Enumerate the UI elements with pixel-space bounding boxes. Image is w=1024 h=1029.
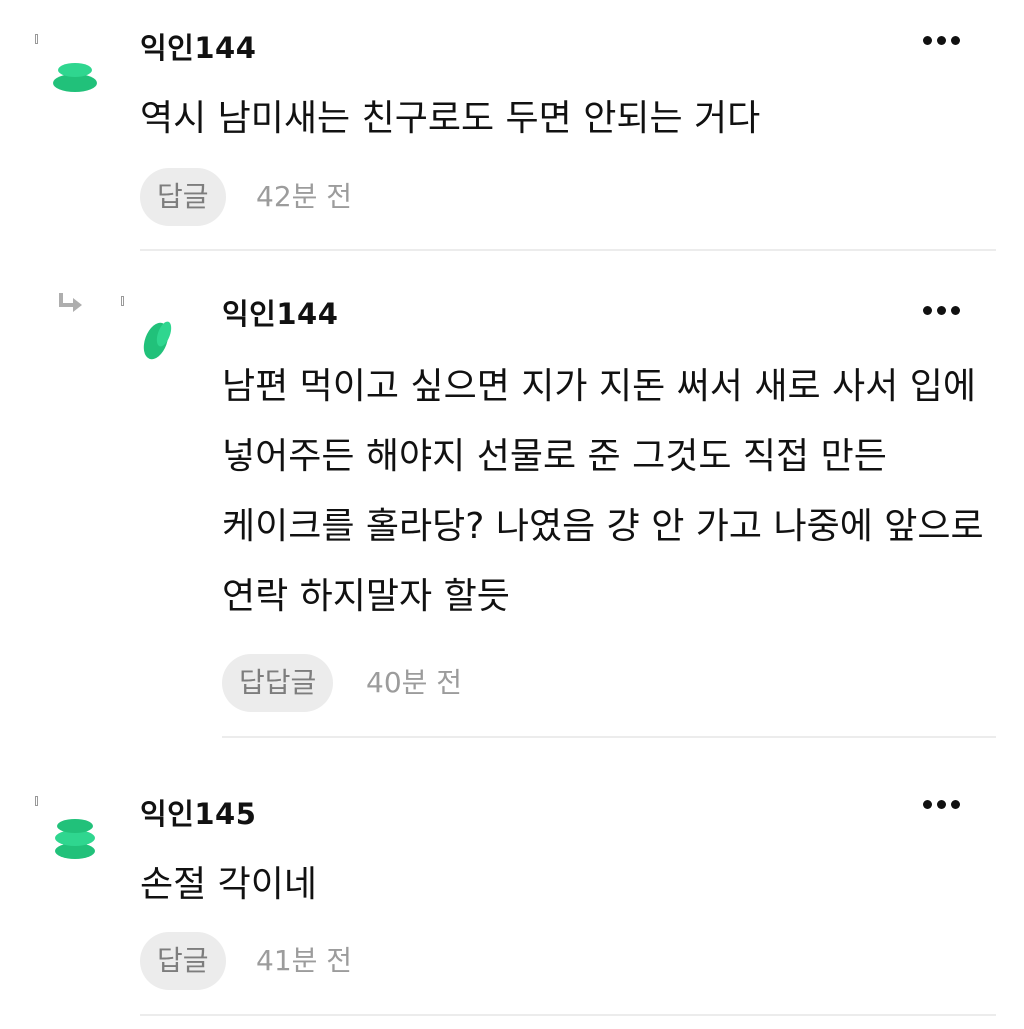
- comment-marker-icon: [35, 34, 38, 44]
- comment-timestamp: 41분 전: [256, 944, 353, 977]
- comment-text: 역시 남미새는 친구로도 두면 안되는 거다: [140, 98, 761, 139]
- comment-item: 익인144 역시 남미새는 친구로도 두면 안되는 거다 답글 42분 전: [0, 0, 1024, 252]
- green-tilted-avatar-icon: [143, 321, 172, 360]
- comment-author: 익인144: [222, 297, 339, 331]
- more-horizontal-icon: [923, 800, 932, 809]
- more-options-button[interactable]: [920, 30, 962, 50]
- comment-divider: [140, 1014, 996, 1016]
- comment-marker-icon: [35, 796, 38, 806]
- avatar[interactable]: [50, 816, 100, 866]
- more-options-button[interactable]: [920, 300, 962, 320]
- reply-button[interactable]: 답글: [140, 168, 226, 226]
- reply-button[interactable]: 답답글: [222, 654, 334, 712]
- comment-timestamp: 40분 전: [366, 666, 463, 699]
- reply-comment-item: 익인144 남편 먹이고 싶으면 지가 지돈 써서 새로 사서 입에 넣어주든 …: [0, 252, 1024, 740]
- green-stack-avatar-icon: [53, 63, 97, 92]
- green-stack-avatar-icon: [55, 819, 95, 859]
- more-horizontal-icon: [923, 306, 932, 315]
- comment-timestamp: 42분 전: [256, 180, 353, 213]
- comment-text: 남편 먹이고 싶으면 지가 지돈 써서 새로 사서 입에 넣어주든 해야지 선물…: [222, 366, 984, 617]
- comment-author: 익인145: [140, 797, 257, 831]
- comment-author: 익인144: [140, 31, 257, 65]
- comment-marker-icon: [121, 296, 124, 306]
- comment-divider: [222, 736, 996, 738]
- avatar[interactable]: [50, 56, 100, 106]
- comment-text: 손절 각이네: [140, 864, 318, 905]
- comment-divider: [140, 249, 996, 251]
- avatar[interactable]: [134, 312, 184, 362]
- more-options-button[interactable]: [920, 794, 962, 814]
- reply-button[interactable]: 답글: [140, 932, 226, 990]
- comment-item: 익인145 손절 각이네 답글 41분 전: [0, 740, 1024, 1029]
- more-horizontal-icon: [923, 36, 932, 45]
- reply-arrow-icon: [58, 292, 84, 314]
